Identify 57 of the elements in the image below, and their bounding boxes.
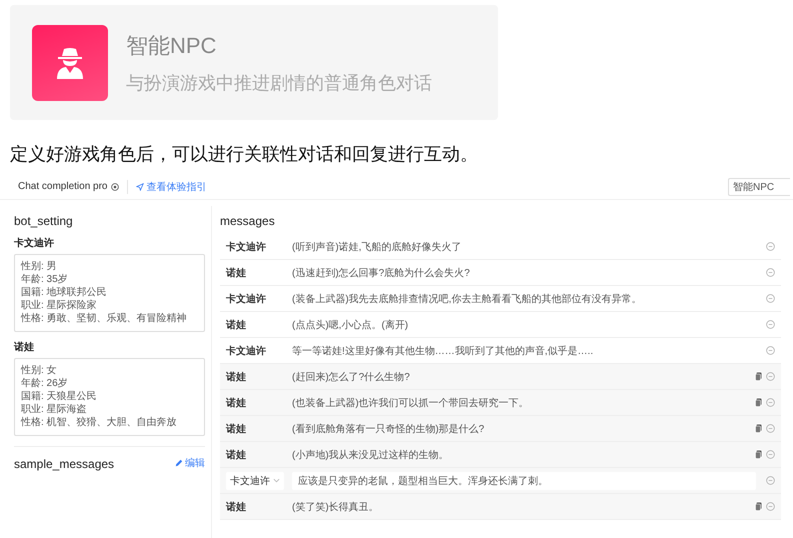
section-title: bot_setting — [14, 214, 74, 228]
remove-icon[interactable] — [766, 424, 775, 433]
profile-field[interactable]: 性别: 男 年龄: 35岁 国籍: 地球联邦公民 职业: 星际探险家 性格: 勇敢、坚韧、乐观、有冒险精神 — [14, 254, 205, 332]
speaker-name: 诺娃 — [226, 448, 247, 462]
feature-description: 与扮演游戏中推进剧情的普通角色对话 — [126, 72, 432, 94]
caption-text: 定义好游戏角色后，可以进行关联性对话和回复进行互动。 — [10, 143, 479, 166]
pencil-icon — [175, 459, 183, 467]
message-text: (看到底舱角落有一只奇怪的生物)那是什么? — [292, 422, 486, 436]
remove-icon[interactable] — [766, 476, 775, 485]
message-text: (也装备上武器)也许我们可以抓一个带回去研究一下。 — [292, 396, 530, 410]
model-field[interactable]: 智能NPC — [728, 178, 790, 196]
remove-icon[interactable] — [766, 346, 775, 355]
character-name: 诺娃 — [14, 340, 35, 354]
copy-icon[interactable] — [755, 450, 762, 459]
section-title: sample_messages — [14, 457, 114, 471]
remove-icon[interactable] — [766, 372, 775, 381]
speaker-name: 诺娃 — [226, 370, 247, 384]
speaker-name: 诺娃 — [226, 422, 247, 436]
message-text: 等一等诺娃!这里好像有其他生物……我听到了其他的声音,似乎是….. — [292, 344, 594, 358]
remove-icon[interactable] — [766, 294, 775, 303]
remove-icon[interactable] — [766, 242, 775, 251]
remove-icon[interactable] — [766, 398, 775, 407]
message-text: (迅速赶到)怎么回事?底舱为什么会失火? — [292, 266, 471, 280]
remove-icon[interactable] — [766, 320, 775, 329]
message-text: (赶回来)怎么了?什么生物? — [292, 370, 411, 384]
speaker-select[interactable]: 卡文迪许 — [226, 472, 284, 490]
message-text: (听到声音)诺娃,飞船的底舱好像失火了 — [292, 240, 462, 254]
speaker-name: 诺娃 — [226, 318, 247, 332]
feature-title: 智能NPC — [126, 32, 218, 60]
chevron-down-icon — [273, 478, 280, 483]
remove-icon[interactable] — [766, 450, 775, 459]
send-icon — [136, 182, 144, 190]
copy-icon[interactable] — [755, 502, 762, 511]
guide-link[interactable]: 查看体验指引 — [136, 180, 206, 194]
message-input[interactable]: 应该是只变异的老鼠，题型相当巨大。浑身还长满了刺。 — [292, 472, 756, 490]
message-text: (小声地)我从来没见过这样的生物。 — [292, 448, 450, 462]
remove-icon[interactable] — [766, 502, 775, 511]
speaker-name: 诺娃 — [226, 500, 247, 514]
speaker-name: 诺娃 — [226, 396, 247, 410]
copy-icon[interactable] — [755, 372, 762, 381]
message-text: (点点头)嗯,小心点。(离开) — [292, 318, 410, 332]
speaker-name: 诺娃 — [226, 266, 247, 280]
copy-icon[interactable] — [755, 424, 762, 433]
remove-icon[interactable] — [766, 268, 775, 277]
profile-field[interactable]: 性别: 女 年龄: 26岁 国籍: 天狼星公民 职业: 星际海盗 性格: 机智、狡猾、大胆、自由奔放 — [14, 358, 205, 436]
section-title: messages — [220, 214, 276, 228]
edit-link[interactable]: 编辑 — [175, 456, 205, 470]
speaker-name: 卡文迪许 — [226, 292, 267, 306]
message-text: (笑了笑)长得真丑。 — [292, 500, 380, 514]
circle-icon[interactable] — [110, 182, 118, 190]
character-name: 卡文迪许 — [14, 236, 55, 250]
message-text: (装备上武器)我先去底舱排查情况吧,你去主舱看看飞船的其他部位有没有异常。 — [292, 292, 642, 306]
incognito-person-icon — [55, 46, 85, 78]
speaker-name: 卡文迪许 — [226, 240, 267, 254]
speaker-name: 卡文迪许 — [226, 344, 267, 358]
copy-icon[interactable] — [755, 398, 762, 407]
app-title: Chat completion pro — [18, 181, 108, 192]
